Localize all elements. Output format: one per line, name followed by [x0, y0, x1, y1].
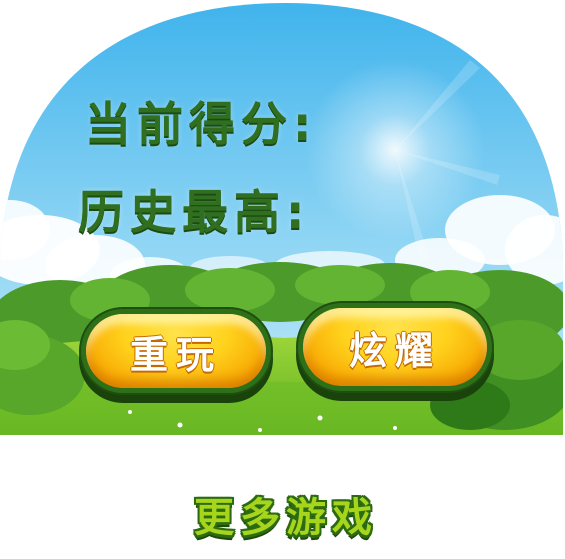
- replay-button[interactable]: 重玩: [86, 314, 266, 388]
- current-score-label: 当前得分:: [85, 97, 318, 151]
- more-games-button[interactable]: 更多游戏: [166, 484, 406, 544]
- game-background: [0, 3, 563, 435]
- show-off-button[interactable]: 炫耀: [303, 308, 487, 386]
- best-score-label: 历史最高:: [78, 185, 311, 239]
